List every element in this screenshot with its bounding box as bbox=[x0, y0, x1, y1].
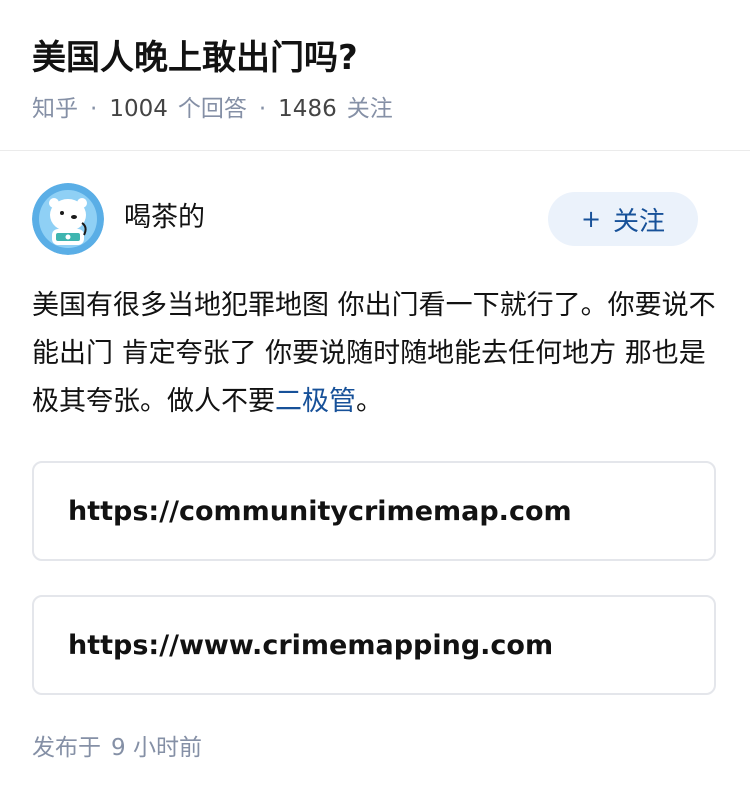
separator-dot: · bbox=[90, 96, 98, 122]
avatar[interactable] bbox=[32, 183, 104, 255]
answer-text-end: 。 bbox=[356, 386, 383, 417]
follow-button[interactable]: + 关注 bbox=[548, 192, 698, 246]
link-card-crimemapping[interactable]: https://www.crimemapping.com bbox=[32, 595, 716, 695]
follower-count: 1486 bbox=[278, 96, 337, 122]
answer-count-label: 个回答 bbox=[177, 96, 247, 122]
question-header: 美国人晚上敢出门吗? 知乎 · 1004 个回答 · 1486 关注 bbox=[0, 0, 750, 151]
keyword-link[interactable]: 二极管 bbox=[275, 386, 356, 417]
answer-content: 美国有很多当地犯罪地图 你出门看一下就行了。你要说不能出门 肯定夸张了 你要说随… bbox=[32, 282, 722, 426]
publish-time: 发布于 9 小时前 bbox=[32, 731, 202, 765]
answer-count: 1004 bbox=[109, 96, 168, 122]
plus-icon: + bbox=[580, 205, 602, 233]
author-name[interactable]: 喝茶的 bbox=[124, 198, 205, 238]
question-meta: 知乎 · 1004 个回答 · 1486 关注 bbox=[32, 92, 393, 126]
publish-time-value: 9 小时前 bbox=[111, 735, 202, 761]
source-label[interactable]: 知乎 bbox=[32, 96, 78, 122]
question-title[interactable]: 美国人晚上敢出门吗? bbox=[32, 34, 358, 82]
link-card-communitycrimemap[interactable]: https://communitycrimemap.com bbox=[32, 461, 716, 561]
polar-bear-avatar-icon bbox=[32, 183, 104, 255]
follow-button-label: 关注 bbox=[613, 206, 666, 237]
separator-dot: · bbox=[258, 96, 267, 122]
follower-count-label: 关注 bbox=[346, 96, 393, 122]
publish-label: 发布于 bbox=[32, 735, 101, 761]
